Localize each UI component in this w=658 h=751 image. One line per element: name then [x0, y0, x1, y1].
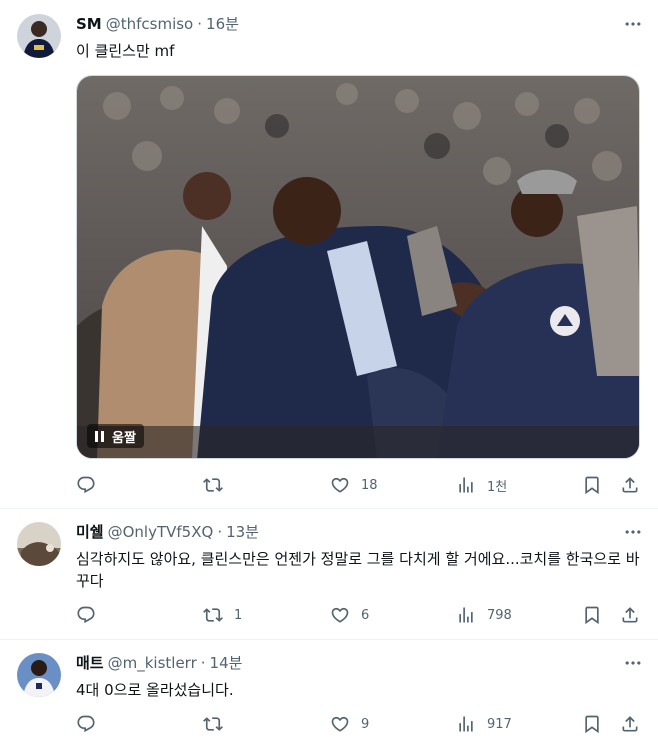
- reply-button[interactable]: [76, 474, 107, 496]
- user-name[interactable]: 매트: [76, 653, 104, 673]
- separator-dot: ·: [217, 523, 223, 541]
- gif-badge[interactable]: 움짤: [87, 424, 144, 448]
- user-name[interactable]: 미쉘: [76, 522, 104, 542]
- bookmark-icon: [582, 605, 602, 625]
- retweet-button[interactable]: 1: [203, 604, 242, 626]
- tweet-text: 심각하지도 않아요, 클린스만은 언젠가 정말로 그를 다치게 할 거에요...…: [76, 550, 640, 590]
- bookmark-button[interactable]: [582, 713, 602, 735]
- share-button[interactable]: [620, 474, 640, 496]
- reply-button[interactable]: [76, 713, 107, 735]
- user-handle[interactable]: @OnlyTVf5XQ: [108, 522, 214, 542]
- separator-dot: ·: [200, 654, 206, 672]
- share-button[interactable]: [620, 713, 640, 735]
- separator-dot: ·: [197, 15, 203, 33]
- retweet-icon: [203, 475, 223, 495]
- tweet-text: 4대 0으로 올라섰습니다.: [76, 681, 234, 699]
- bookmark-icon: [582, 475, 602, 495]
- bookmark-icon: [582, 714, 602, 734]
- like-button[interactable]: 18: [330, 474, 378, 496]
- views-icon: [456, 714, 476, 734]
- share-button[interactable]: [620, 604, 640, 626]
- reply-icon: [76, 475, 96, 495]
- user-handle[interactable]: @m_kistlerr: [108, 653, 197, 673]
- share-icon: [620, 605, 640, 625]
- like-count: 9: [361, 716, 370, 732]
- views-button[interactable]: 798: [456, 604, 512, 626]
- action-bar: 18 1천: [76, 474, 646, 496]
- tweet-media-gif[interactable]: 움짤: [76, 75, 640, 459]
- views-count: 917: [487, 716, 512, 732]
- share-icon: [620, 475, 640, 495]
- tweet-1[interactable]: SM @thfcsmiso · 16분 이 클린스만 mf 움짤 18 1천: [0, 0, 658, 509]
- timestamp[interactable]: 13분: [226, 522, 259, 542]
- share-icon: [620, 714, 640, 734]
- like-button[interactable]: 9: [330, 713, 369, 735]
- user-name[interactable]: SM: [76, 14, 102, 34]
- reply-button[interactable]: [76, 604, 107, 626]
- action-bar: 1 6 798: [76, 604, 646, 626]
- like-count: 6: [361, 607, 370, 623]
- timestamp[interactable]: 14분: [210, 653, 243, 673]
- like-icon: [330, 714, 350, 734]
- more-icon[interactable]: [622, 14, 644, 34]
- gif-frame: [77, 76, 639, 458]
- like-icon: [330, 605, 350, 625]
- views-count: 1천: [487, 479, 508, 495]
- views-button[interactable]: 917: [456, 713, 512, 735]
- bookmark-button[interactable]: [582, 474, 602, 496]
- timestamp[interactable]: 16분: [206, 14, 239, 34]
- like-count: 18: [361, 477, 378, 493]
- user-handle[interactable]: @thfcsmiso: [106, 14, 194, 34]
- views-button[interactable]: 1천: [456, 474, 507, 496]
- retweet-count: 1: [234, 607, 243, 623]
- more-icon[interactable]: [622, 522, 644, 542]
- reply-icon: [76, 605, 96, 625]
- more-icon[interactable]: [622, 653, 644, 673]
- retweet-icon: [203, 605, 223, 625]
- avatar[interactable]: [17, 14, 61, 58]
- action-bar: 9 917: [76, 713, 646, 735]
- views-icon: [456, 475, 476, 495]
- views-count: 798: [487, 607, 512, 623]
- like-button[interactable]: 6: [330, 604, 369, 626]
- retweet-icon: [203, 714, 223, 734]
- tweet-text: 이 클린스만 mf: [76, 42, 175, 60]
- tweet-2[interactable]: 미쉘 @OnlyTVf5XQ · 13분 심각하지도 않아요, 클린스만은 언젠…: [0, 509, 658, 640]
- avatar[interactable]: [17, 653, 61, 697]
- retweet-button[interactable]: [203, 474, 234, 496]
- reply-icon: [76, 714, 96, 734]
- bookmark-button[interactable]: [582, 604, 602, 626]
- avatar[interactable]: [17, 522, 61, 566]
- pause-icon: [95, 430, 104, 442]
- retweet-button[interactable]: [203, 713, 234, 735]
- like-icon: [330, 475, 350, 495]
- gif-badge-label: 움짤: [112, 430, 136, 446]
- views-icon: [456, 605, 476, 625]
- tweet-3[interactable]: 매트 @m_kistlerr · 14분 4대 0으로 올라섰습니다. 9 91…: [0, 640, 658, 751]
